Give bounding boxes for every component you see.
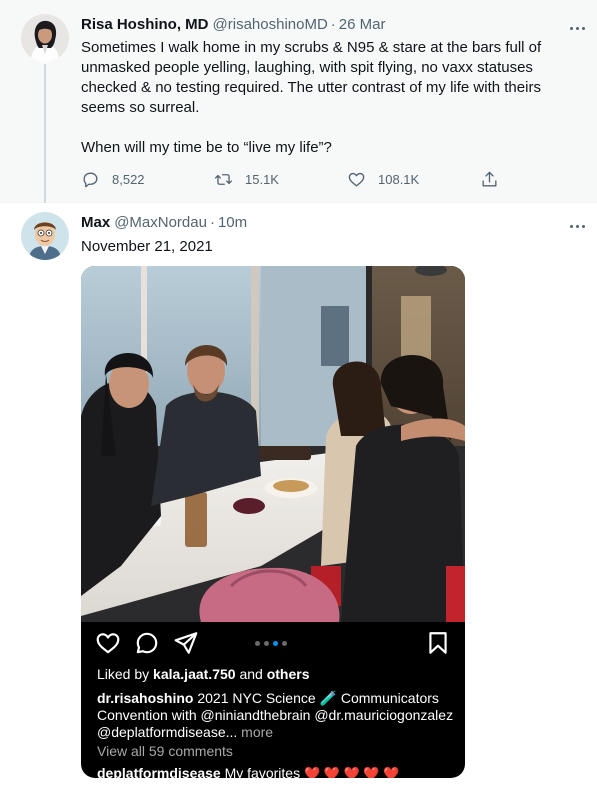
tweet-text: November 21, 2021 <box>81 238 213 255</box>
view-comments-link[interactable]: View all 59 comments <box>97 743 233 759</box>
separator-dot: · <box>330 16 336 33</box>
author-handle[interactable]: @risahoshinoMD <box>213 16 328 33</box>
liked-by-prefix: Liked by <box>97 666 154 682</box>
carousel-indicator <box>253 641 289 646</box>
retweet-button[interactable]: 15.1K <box>214 170 347 189</box>
tweet-text: Sometimes I walk home in my scrubs & N95… <box>81 38 571 158</box>
liked-by-others[interactable]: others <box>267 666 310 682</box>
send-icon[interactable] <box>173 630 199 656</box>
author-name[interactable]: Risa Hoshino, MD <box>81 16 209 33</box>
separator-dot: · <box>209 214 215 231</box>
comment-user[interactable]: deplatformdisease <box>97 765 221 778</box>
thread-line <box>44 64 46 208</box>
like-button[interactable]: 108.1K <box>347 170 480 189</box>
top-comment: deplatformdisease My favorites ❤️ ❤️ ❤️ … <box>97 765 399 778</box>
tweet-header: Risa Hoshino, MD @risahoshinoMD · 26 Mar <box>81 16 385 33</box>
instagram-actions <box>81 624 465 664</box>
avatar-risa[interactable] <box>21 14 69 62</box>
comment-text: My favorites <box>220 765 304 778</box>
like-icon <box>348 172 365 187</box>
like-count: 108.1K <box>378 172 420 187</box>
tweet-actions: 8,522 15.1K 108.1K <box>81 170 511 189</box>
reply-count: 8,522 <box>112 172 145 187</box>
liked-by-text: Liked by kala.jaat.750 and others <box>97 666 310 682</box>
author-name[interactable]: Max <box>81 214 110 231</box>
tweet-text-paragraph-2: When will my time be to “live my life”? <box>81 139 332 156</box>
tweet-time[interactable]: 10m <box>218 214 247 231</box>
liked-by-and: and <box>235 666 267 682</box>
post-caption: dr.risahoshino 2021 NYC Science 🧪 Commun… <box>97 690 457 741</box>
tweet-max[interactable]: Max @MaxNordau · 10m November 21, 2021 L… <box>0 203 597 790</box>
retweet-icon <box>214 174 233 185</box>
caption-text-1: 2021 NYC Science <box>193 690 320 706</box>
retweet-count: 15.1K <box>245 172 279 187</box>
bookmark-icon[interactable] <box>425 630 451 656</box>
reply-icon <box>83 172 98 188</box>
caption-more-link[interactable]: more <box>237 724 273 740</box>
test-tube-emoji: 🧪 <box>319 690 337 706</box>
heart-icon[interactable] <box>95 630 121 656</box>
tweet-risa[interactable]: Risa Hoshino, MD @risahoshinoMD · 26 Mar… <box>0 0 597 208</box>
comment-icon[interactable] <box>134 630 160 656</box>
tweet-header: Max @MaxNordau · 10m <box>81 214 247 231</box>
tweet-time[interactable]: 26 Mar <box>339 16 386 33</box>
heart-emojis: ❤️ ❤️ ❤️ ❤️ ❤️ <box>303 766 400 778</box>
liked-by-user[interactable]: kala.jaat.750 <box>153 666 236 682</box>
carousel-dot <box>255 641 260 646</box>
share-button[interactable] <box>480 170 511 189</box>
instagram-post-image[interactable]: Liked by kala.jaat.750 and others dr.ris… <box>81 266 465 778</box>
avatar-max[interactable] <box>21 212 69 260</box>
author-handle[interactable]: @MaxNordau <box>114 214 207 231</box>
carousel-dot <box>282 641 287 646</box>
group-photo <box>81 266 465 622</box>
carousel-dot <box>264 641 269 646</box>
more-icon[interactable] <box>567 18 587 38</box>
tweet-text-paragraph-1: Sometimes I walk home in my scrubs & N95… <box>81 39 542 116</box>
carousel-dot-active <box>273 641 278 646</box>
share-icon <box>482 171 497 187</box>
reply-button[interactable]: 8,522 <box>81 170 214 189</box>
caption-user[interactable]: dr.risahoshino <box>97 690 193 706</box>
more-icon[interactable] <box>567 216 587 236</box>
